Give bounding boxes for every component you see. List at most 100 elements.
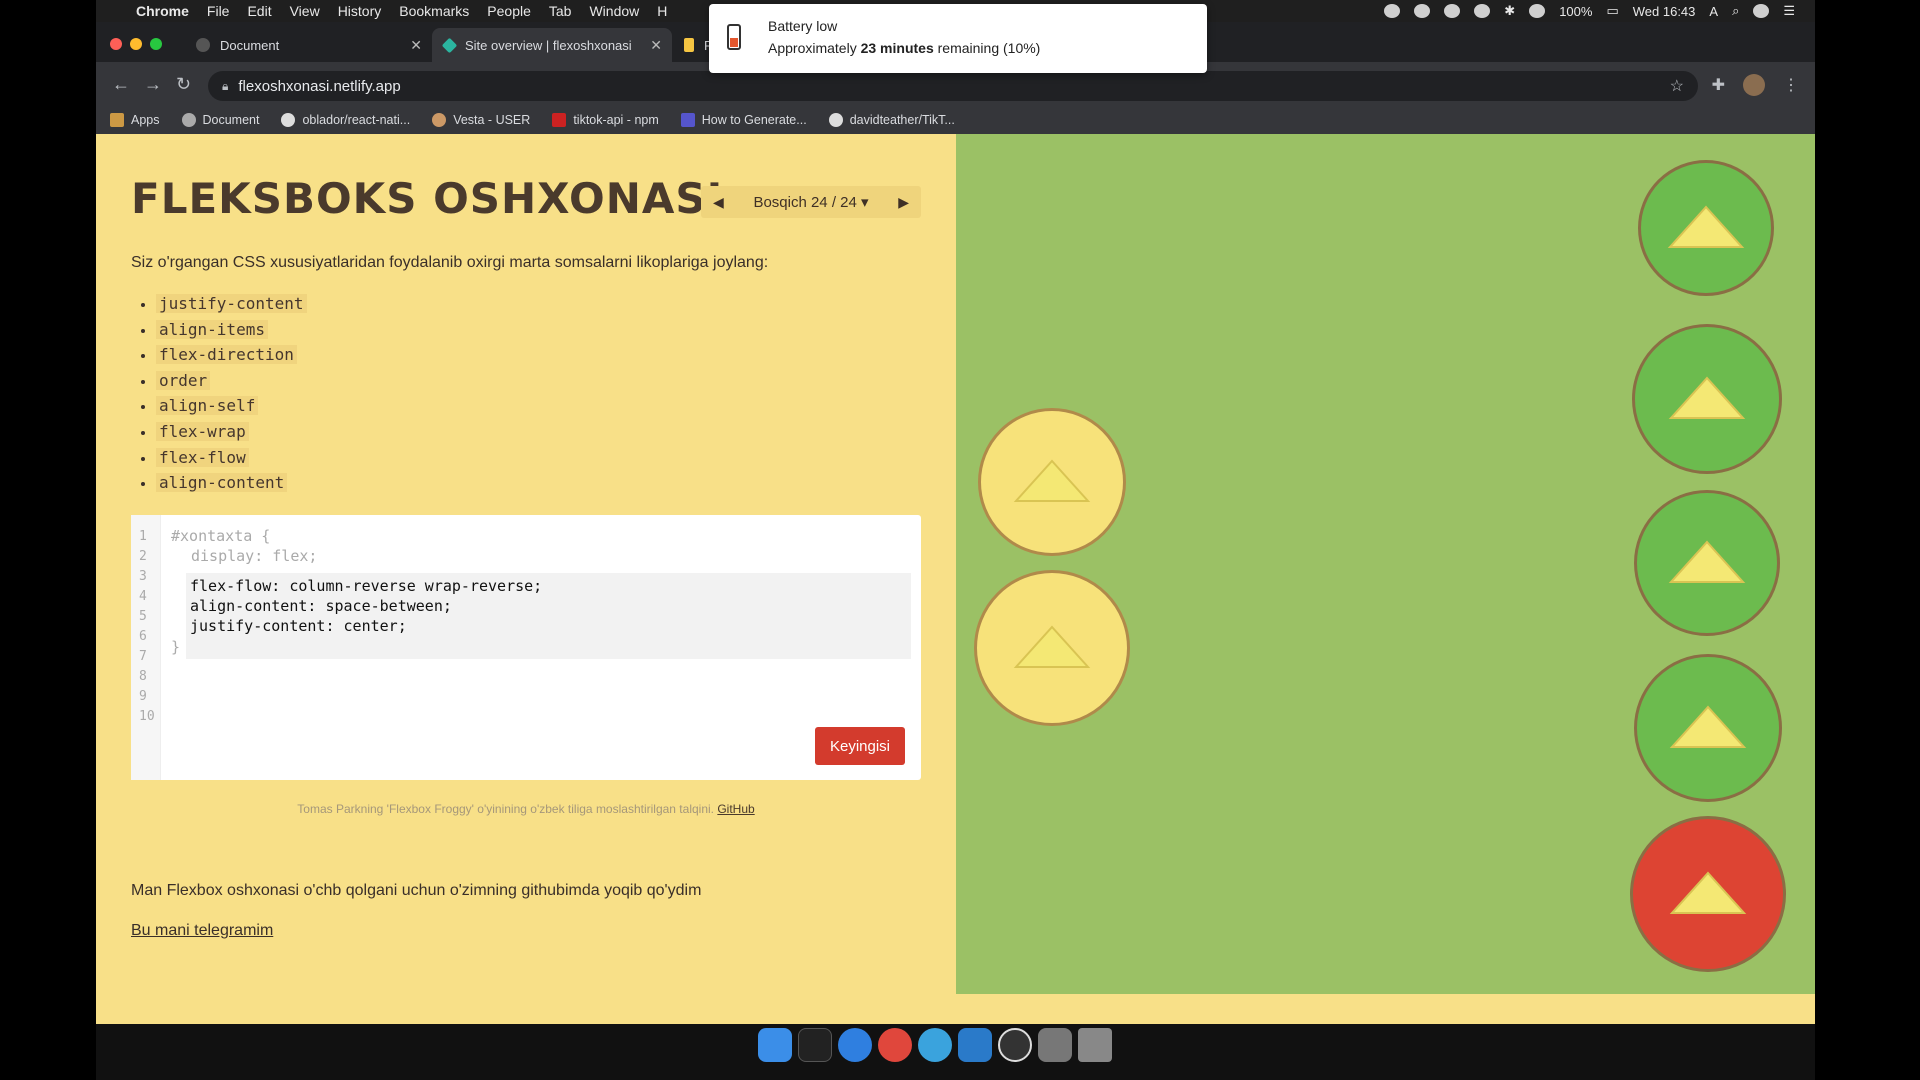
profile-avatar[interactable] bbox=[1743, 74, 1765, 96]
tab-document[interactable]: Document ✕ bbox=[184, 28, 432, 62]
chrome-icon[interactable] bbox=[878, 1028, 912, 1062]
obs-icon[interactable] bbox=[998, 1028, 1032, 1062]
terminal-icon[interactable] bbox=[798, 1028, 832, 1062]
line-number: 6 bbox=[139, 629, 147, 644]
prev-level-icon[interactable]: ◀ bbox=[713, 194, 724, 211]
property-code[interactable]: order bbox=[156, 370, 211, 390]
instructions-text: Siz o'rgangan CSS xususiyatlaridan foyda… bbox=[131, 254, 769, 271]
line-number: 7 bbox=[139, 649, 147, 664]
bookmark-how-to-generate[interactable]: How to Generate... bbox=[680, 113, 807, 127]
next-level-icon[interactable]: ▶ bbox=[898, 194, 909, 211]
property-code[interactable]: align-items bbox=[156, 319, 268, 339]
back-icon[interactable]: ← bbox=[112, 74, 130, 95]
menu-window[interactable]: Window bbox=[589, 3, 639, 19]
github-link[interactable]: GitHub bbox=[717, 802, 754, 816]
finder-icon[interactable] bbox=[758, 1028, 792, 1062]
vesta-icon bbox=[432, 113, 447, 127]
menu-edit[interactable]: Edit bbox=[247, 3, 271, 19]
bluetooth-icon[interactable]: ✱ bbox=[1504, 3, 1515, 19]
bookmark-davidteather[interactable]: davidteather/TikT... bbox=[828, 113, 955, 127]
bookmark-document[interactable]: Document bbox=[181, 113, 259, 127]
address-url: flexoshxonasi.netlify.app bbox=[238, 77, 401, 95]
globe-icon bbox=[181, 113, 196, 127]
address-bar[interactable]: 🔒︎ flexoshxonasi.netlify.app ☆ bbox=[208, 71, 1698, 101]
status-app-icon[interactable] bbox=[1384, 4, 1401, 18]
green-plate bbox=[1632, 324, 1782, 474]
property-code[interactable]: align-self bbox=[156, 396, 259, 416]
line-number: 4 bbox=[139, 589, 147, 604]
status-app-icon[interactable] bbox=[1414, 4, 1431, 18]
samsa-icon bbox=[1669, 871, 1747, 914]
minimize-window-button[interactable] bbox=[130, 38, 142, 50]
bookmark-tiktok-api[interactable]: tiktok-api - npm bbox=[552, 113, 659, 127]
red-plate bbox=[1630, 816, 1786, 972]
close-tab-icon[interactable]: ✕ bbox=[650, 37, 662, 54]
credit-text: Tomas Parkning 'Flexbox Froggy' o'yinini… bbox=[297, 802, 714, 816]
menu-help[interactable]: H bbox=[657, 3, 667, 19]
property-list: justify-content align-items flex-directi… bbox=[156, 294, 307, 499]
clock[interactable]: Wed 16:43 bbox=[1633, 4, 1696, 19]
close-window-button[interactable] bbox=[110, 38, 122, 50]
system-preferences-icon[interactable] bbox=[1038, 1028, 1072, 1062]
siri-icon[interactable] bbox=[1753, 4, 1770, 18]
menu-people[interactable]: People bbox=[487, 3, 531, 19]
bookmark-oblador[interactable]: oblador/react-nati... bbox=[281, 113, 410, 127]
tab-flexoshxonasi[interactable]: F bbox=[672, 28, 712, 62]
extensions-icon[interactable]: ✚ bbox=[1712, 75, 1725, 95]
code-input[interactable]: flex-flow: column-reverse wrap-reverse; … bbox=[186, 573, 911, 659]
bookmark-star-icon[interactable]: ☆ bbox=[1670, 76, 1684, 96]
battery-notification[interactable]: Battery low Approximately 23 minutes rem… bbox=[709, 4, 1207, 73]
globe-icon bbox=[196, 38, 210, 52]
level-selector[interactable]: Bosqich 24 / 24 ▾ bbox=[753, 193, 868, 211]
property-code[interactable]: justify-content bbox=[156, 294, 307, 313]
reload-icon[interactable]: ↻ bbox=[176, 74, 191, 95]
menu-view[interactable]: View bbox=[290, 3, 320, 19]
lock-icon[interactable]: 🔒︎ bbox=[222, 79, 228, 94]
bookmark-vesta[interactable]: Vesta - USER bbox=[432, 113, 530, 127]
list-item: flex-wrap bbox=[156, 421, 307, 448]
menu-app-name[interactable]: Chrome bbox=[136, 3, 189, 19]
list-item: order bbox=[156, 370, 307, 397]
battery-percent[interactable]: 100% bbox=[1559, 4, 1592, 19]
line-number: 8 bbox=[139, 669, 147, 684]
airplay-icon[interactable] bbox=[1474, 4, 1491, 18]
forward-icon[interactable]: → bbox=[144, 74, 162, 95]
notification-title: Battery low bbox=[768, 18, 838, 34]
menu-file[interactable]: File bbox=[207, 3, 230, 19]
input-source-icon[interactable]: A bbox=[1709, 4, 1718, 19]
samsa-icon bbox=[1667, 205, 1745, 248]
list-item: align-content bbox=[156, 473, 307, 499]
next-level-button[interactable]: Keyingisi bbox=[815, 727, 905, 765]
notification-center-icon[interactable]: ☰ bbox=[1783, 3, 1795, 19]
samsa-piece bbox=[978, 408, 1126, 556]
property-code[interactable]: flex-flow bbox=[156, 447, 249, 467]
battery-icon[interactable]: ▭ bbox=[1606, 3, 1618, 19]
vscode-icon[interactable] bbox=[958, 1028, 992, 1062]
bookmark-apps[interactable]: Apps bbox=[110, 113, 160, 127]
close-tab-icon[interactable]: ✕ bbox=[410, 37, 422, 54]
window-controls bbox=[110, 38, 162, 50]
credit-line: Tomas Parkning 'Flexbox Froggy' o'yinini… bbox=[96, 802, 956, 816]
trash-icon[interactable] bbox=[1078, 1028, 1112, 1062]
wifi-icon[interactable] bbox=[1529, 4, 1546, 18]
menu-bookmarks[interactable]: Bookmarks bbox=[399, 3, 469, 19]
property-code[interactable]: align-content bbox=[156, 473, 288, 493]
property-code[interactable]: flex-direction bbox=[156, 345, 297, 365]
spotlight-icon[interactable]: ⌕ bbox=[1732, 3, 1739, 19]
green-plate bbox=[1634, 654, 1782, 802]
tab-site-overview[interactable]: Site overview | flexoshxonasi ✕ bbox=[432, 28, 672, 62]
samsa-icon bbox=[1013, 459, 1091, 502]
property-code[interactable]: flex-wrap bbox=[156, 421, 249, 441]
menu-tab[interactable]: Tab bbox=[549, 3, 572, 19]
telegram-link[interactable]: Bu mani telegramim bbox=[131, 922, 273, 940]
battery-low-icon bbox=[727, 24, 741, 50]
menu-history[interactable]: History bbox=[338, 3, 382, 19]
telegram-icon[interactable] bbox=[918, 1028, 952, 1062]
author-message: Man Flexbox oshxonasi o'chb qolgani uchu… bbox=[131, 882, 702, 899]
cloud-icon[interactable] bbox=[1444, 4, 1461, 18]
page-title: FLEKSBOKS OSHXONASI bbox=[131, 174, 724, 223]
safari-icon[interactable] bbox=[838, 1028, 872, 1062]
more-menu-icon[interactable]: ⋮ bbox=[1783, 75, 1799, 95]
line-number: 1 bbox=[139, 529, 147, 544]
maximize-window-button[interactable] bbox=[150, 38, 162, 50]
